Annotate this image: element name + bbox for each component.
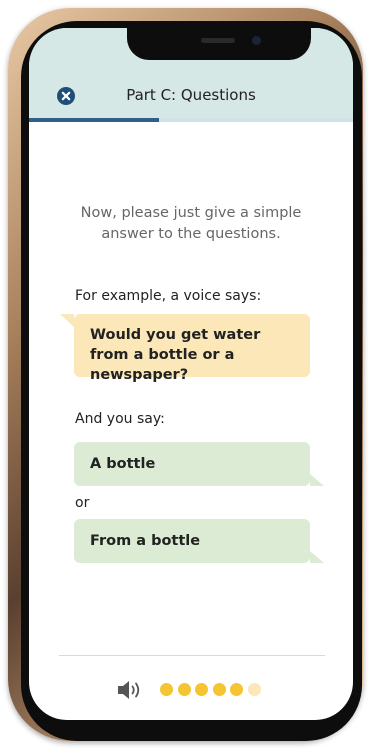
progress-dot-filled [230,683,243,696]
bubble-tail [310,551,324,563]
footer-divider [59,655,325,656]
answer-bubble-1: A bottle [74,442,324,486]
speaker-icon [118,681,140,699]
notch-speaker [201,38,235,43]
or-label: or [75,495,90,511]
progress-dot-empty [247,683,261,696]
audio-button[interactable] [117,679,145,701]
answer-bubble-2: From a bottle [74,519,324,563]
progress-dot-filled [160,683,173,696]
answer-1-text: A bottle [90,456,156,472]
answer-2-text: From a bottle [90,533,201,549]
notch-camera [252,36,261,45]
progress-dot-filled [212,683,226,696]
example-label: For example, a voice says: [75,288,262,304]
progress-bar [29,118,353,122]
example-question-text: Would you get water from a bottle or a n… [90,327,261,383]
progress-fill [29,118,159,122]
answer-label: And you say: [75,411,165,427]
bubble-tail [60,314,74,327]
phone-notch [127,28,311,60]
close-icon [61,91,71,101]
page-title: Part C: Questions [126,86,256,104]
phone-screen: Part C: Questions Now, please just give … [29,28,353,720]
example-question-bubble: Would you get water from a bottle or a n… [60,314,310,383]
bubble-tail [310,474,324,486]
progress-dot-filled [195,683,208,696]
close-button[interactable] [57,87,75,105]
instruction-text: Now, please just give a simple answer to… [80,205,302,242]
progress-dot-filled [177,683,191,696]
